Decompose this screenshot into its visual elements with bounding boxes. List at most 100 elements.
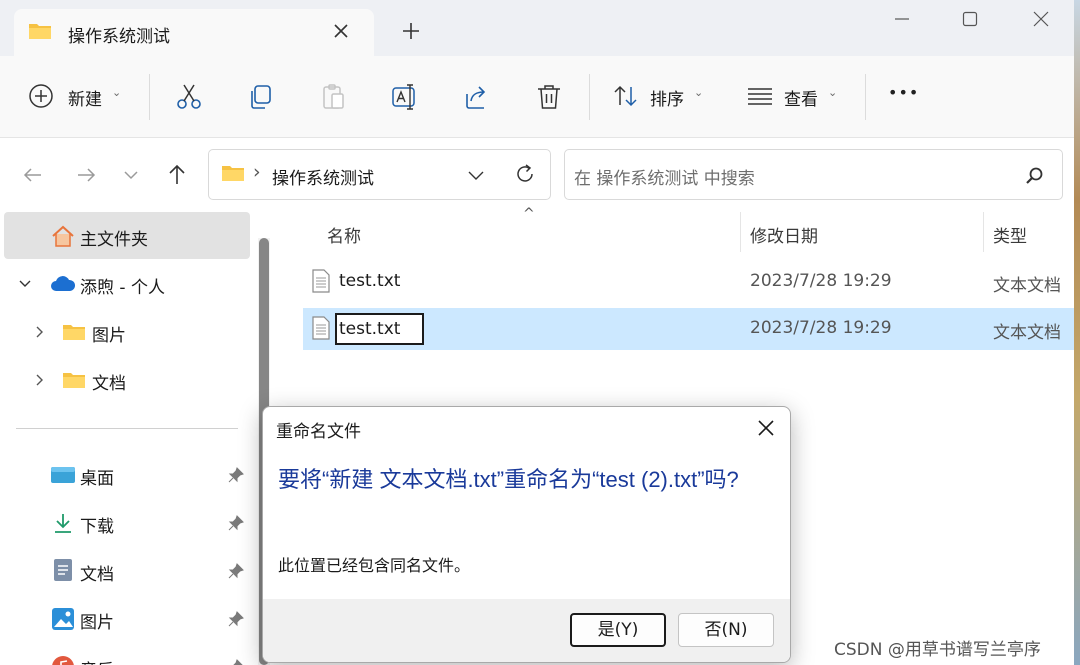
chevron-right-icon[interactable]	[31, 372, 47, 388]
sidebar-item-label: 下载	[80, 517, 114, 537]
pictures-icon	[52, 608, 74, 630]
chevron-down-icon[interactable]	[17, 276, 33, 292]
file-row-selected[interactable]: test.txt 2023/7/28 19:29 文本文档	[303, 308, 1080, 350]
sidebar-item-label: 图片	[92, 326, 126, 346]
new-button[interactable]: 新建 ⌄	[28, 80, 128, 114]
sidebar-item-label: 图片	[80, 613, 114, 633]
search-icon[interactable]	[1024, 165, 1046, 187]
sidebar-item-downloads[interactable]: 下载	[4, 501, 250, 545]
rename-icon[interactable]	[390, 82, 420, 112]
sidebar-divider	[16, 428, 238, 429]
folder-icon	[29, 24, 51, 39]
pin-icon[interactable]	[228, 563, 244, 579]
rename-input[interactable]: test.txt	[335, 313, 424, 345]
toolbar-divider	[149, 74, 150, 120]
column-divider[interactable]	[740, 212, 741, 252]
chevron-right-icon[interactable]	[31, 324, 47, 340]
toolbar-divider	[865, 74, 866, 120]
sort-button[interactable]: 排序 ⌄	[612, 80, 712, 114]
sidebar-item-onedrive-pictures[interactable]: 图片	[4, 310, 250, 354]
forward-icon[interactable]	[73, 162, 99, 188]
refresh-icon[interactable]	[513, 162, 537, 186]
text-file-icon	[312, 269, 330, 293]
back-icon[interactable]	[20, 162, 46, 188]
column-header-type[interactable]: 类型	[993, 222, 1027, 247]
column-divider[interactable]	[983, 212, 984, 252]
download-icon	[55, 514, 71, 533]
chevron-down-icon: ⌄	[112, 86, 122, 99]
view-label: 查看	[784, 90, 818, 110]
desktop-background-edge	[1074, 0, 1080, 665]
onedrive-cloud-icon	[51, 276, 76, 291]
dialog-footer: 是(Y) 否(N)	[263, 599, 790, 662]
pin-icon[interactable]	[228, 611, 244, 627]
file-modified: 2023/7/28 19:29	[750, 271, 892, 291]
share-icon[interactable]	[462, 82, 492, 112]
column-header-name[interactable]: 名称	[327, 222, 361, 247]
chevron-down-icon[interactable]	[465, 164, 487, 186]
more-options-icon[interactable]: •••	[888, 83, 919, 102]
pin-icon[interactable]	[228, 467, 244, 483]
view-list-icon	[748, 88, 772, 105]
window-close-icon[interactable]	[1030, 8, 1052, 30]
home-icon	[52, 225, 74, 247]
no-button[interactable]: 否(N)	[678, 613, 774, 647]
pin-icon[interactable]	[228, 515, 244, 531]
command-bar: 新建 ⌄ 排序 ⌄ 查看 ⌄ •••	[0, 56, 1080, 138]
add-circle-icon	[29, 84, 53, 108]
sidebar-item-label: 桌面	[80, 469, 114, 489]
search-input[interactable]: 在 操作系统测试 中搜索	[564, 149, 1063, 200]
close-icon[interactable]	[331, 21, 351, 41]
desktop-icon	[51, 467, 75, 483]
cut-icon[interactable]	[174, 82, 204, 112]
chevron-down-icon: ⌄	[694, 86, 704, 99]
recent-locations-icon[interactable]	[118, 162, 144, 188]
sidebar-item-onedrive-documents[interactable]: 文档	[4, 358, 250, 402]
folder-icon	[63, 373, 85, 388]
dialog-message: 此位置已经包含同名文件。	[278, 556, 471, 575]
file-name: test.txt	[339, 271, 401, 291]
breadcrumb-chevron-icon: ›	[253, 161, 261, 183]
view-button[interactable]: 查看 ⌄	[747, 80, 847, 114]
sidebar-item-label: 主文件夹	[80, 230, 148, 250]
pin-icon[interactable]	[228, 659, 244, 665]
minimize-icon[interactable]	[891, 8, 913, 30]
dialog-heading: 要将“新建 文本文档.txt”重命名为“test (2).txt”吗?	[278, 467, 739, 492]
yes-button[interactable]: 是(Y)	[570, 613, 666, 647]
sidebar-item-documents[interactable]: 文档	[4, 549, 250, 593]
chevron-down-icon: ⌄	[828, 86, 838, 99]
sidebar-item-music[interactable]: 音乐	[4, 645, 250, 665]
sort-indicator-icon: ^	[523, 206, 535, 222]
sidebar-item-desktop[interactable]: 桌面	[4, 453, 250, 497]
rename-input-value: test.txt	[339, 319, 401, 339]
paste-icon	[323, 84, 344, 109]
rename-conflict-dialog: 重命名文件 要将“新建 文本文档.txt”重命名为“test (2).txt”吗…	[262, 406, 791, 663]
watermark: CSDN @用草书谱写兰亭序	[834, 640, 1041, 660]
sidebar-item-pictures[interactable]: 图片	[4, 597, 250, 641]
dialog-title: 重命名文件	[276, 422, 361, 442]
sidebar-item-onedrive[interactable]: 添煦 - 个人	[4, 262, 250, 306]
file-modified: 2023/7/28 19:29	[750, 318, 892, 338]
title-bar: 操作系统测试	[0, 0, 1080, 56]
address-row: › 操作系统测试 在 操作系统测试 中搜索	[0, 139, 1080, 212]
sidebar-item-label: 添煦 - 个人	[80, 278, 165, 298]
sidebar-item-label: 音乐	[80, 656, 114, 665]
breadcrumb-current[interactable]: 操作系统测试	[272, 164, 374, 189]
close-icon[interactable]	[755, 417, 777, 439]
tab-active[interactable]: 操作系统测试	[14, 9, 374, 56]
sidebar-item-home[interactable]: 主文件夹	[4, 212, 250, 259]
copy-icon[interactable]	[246, 82, 276, 112]
document-icon	[54, 559, 72, 581]
maximize-icon[interactable]	[959, 8, 981, 30]
address-bar[interactable]: › 操作系统测试	[208, 149, 551, 200]
up-icon[interactable]	[164, 162, 190, 188]
text-file-icon	[312, 316, 330, 340]
file-type: 文本文档	[993, 276, 1061, 296]
folder-icon	[63, 325, 85, 340]
column-header-modified[interactable]: 修改日期	[750, 222, 818, 247]
sort-label: 排序	[650, 90, 684, 110]
delete-icon[interactable]	[534, 82, 564, 112]
file-row[interactable]: test.txt 2023/7/28 19:29 文本文档	[303, 261, 1080, 303]
sidebar-item-label: 文档	[80, 565, 114, 585]
plus-icon[interactable]	[400, 20, 422, 42]
